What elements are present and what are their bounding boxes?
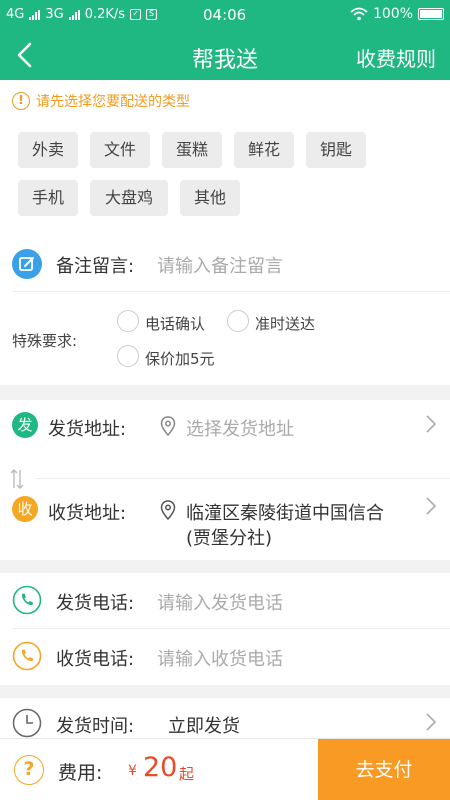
signal-icon xyxy=(68,9,80,20)
divider xyxy=(36,478,450,479)
fee-rules-link[interactable]: 收费规则 xyxy=(356,43,436,72)
location-pin-icon xyxy=(160,500,176,520)
location-pin-icon xyxy=(160,416,176,436)
type-tag-flowers[interactable]: 鲜花 xyxy=(234,132,294,168)
chevron-right-icon[interactable] xyxy=(424,414,438,434)
divider xyxy=(12,291,450,292)
receive-badge: 收 xyxy=(12,496,38,522)
receive-address-line2[interactable]: (贾堡分社) xyxy=(186,524,272,550)
network-type-2: 3G xyxy=(45,7,64,22)
fee-label: 费用: xyxy=(58,762,103,784)
radio-on-time[interactable] xyxy=(227,310,249,332)
exclamation-icon: ! xyxy=(12,92,30,110)
radio-phone-confirm[interactable] xyxy=(117,310,139,332)
receive-phone-label: 收货电话: xyxy=(56,649,135,670)
phone-section: 发货电话: 请输入发货电话 收货电话: 请输入收货电话 xyxy=(0,573,450,685)
network-speed: 0.2K/s xyxy=(84,7,126,22)
remark-input[interactable]: 请输入备注留言 xyxy=(157,252,283,278)
status-bar: 4G 3G 0.2K/s ✓ S 04:06 100% xyxy=(0,0,450,30)
receive-phone-input[interactable]: 请输入收货电话 xyxy=(157,645,283,671)
sim-badge: S xyxy=(146,9,158,20)
clock-icon xyxy=(12,708,42,738)
send-badge: 发 xyxy=(12,412,38,438)
currency-symbol: ¥ xyxy=(128,763,137,779)
phone-green-icon xyxy=(12,585,42,615)
time-label: 发货时间: xyxy=(56,716,135,737)
receive-address-label: 收货地址: xyxy=(48,503,127,524)
pay-button[interactable]: 去支付 xyxy=(318,739,450,800)
send-address-label: 发货地址: xyxy=(48,419,127,440)
send-address-input[interactable]: 选择发货地址 xyxy=(186,415,294,441)
remark-section: 备注留言: 请输入备注留言 特殊要求: 电话确认 准时送达 保价加5元 xyxy=(0,235,450,385)
radio-insurance[interactable] xyxy=(117,345,139,367)
type-tag-document[interactable]: 文件 xyxy=(90,132,150,168)
send-phone-input[interactable]: 请输入发货电话 xyxy=(157,589,283,615)
send-phone-label: 发货电话: xyxy=(56,593,135,614)
remark-label: 备注留言: xyxy=(56,256,135,277)
wifi-icon xyxy=(350,7,368,21)
notification-check-icon: ✓ xyxy=(130,9,142,20)
network-type-1: 4G xyxy=(6,7,25,22)
delivery-type-section: ! 请先选择您要配送的类型 外卖 文件 蛋糕 鲜花 钥匙 手机 大盘鸡 其他 xyxy=(0,80,450,235)
fee-amount: 20 xyxy=(143,752,178,783)
divider xyxy=(12,628,450,629)
signal-icon xyxy=(29,9,41,20)
battery-percent: 100% xyxy=(372,6,413,22)
option-phone-confirm[interactable]: 电话确认 xyxy=(145,313,205,334)
type-tag-keys[interactable]: 钥匙 xyxy=(306,132,366,168)
type-tag-takeout[interactable]: 外卖 xyxy=(18,132,78,168)
type-tip-text: 请先选择您要配送的类型 xyxy=(36,94,190,110)
clock: 04:06 xyxy=(203,6,247,24)
type-tag-chicken[interactable]: 大盘鸡 xyxy=(90,180,168,216)
help-icon[interactable]: ? xyxy=(14,755,44,785)
battery-icon xyxy=(418,8,444,20)
chevron-right-icon[interactable] xyxy=(424,712,438,732)
option-on-time[interactable]: 准时送达 xyxy=(255,313,315,334)
address-section: 发 发货地址: 选择发货地址 收 收货地址: 临潼区秦陵街道中国信合 (贾堡分社… xyxy=(0,400,450,560)
fee-suffix: 起 xyxy=(179,765,195,783)
special-label: 特殊要求: xyxy=(12,332,78,350)
type-tag-other[interactable]: 其他 xyxy=(180,180,240,216)
time-value[interactable]: 立即发货 xyxy=(168,712,240,738)
swap-icon[interactable] xyxy=(10,468,24,490)
type-tag-phone[interactable]: 手机 xyxy=(18,180,78,216)
edit-icon xyxy=(12,249,42,279)
type-tip: ! 请先选择您要配送的类型 xyxy=(12,91,190,111)
phone-orange-icon xyxy=(12,641,42,671)
chevron-right-icon[interactable] xyxy=(424,496,438,516)
bottom-bar: ? 费用: ¥ 20 起 去支付 xyxy=(0,738,450,800)
receive-address-line1[interactable]: 临潼区秦陵街道中国信合 xyxy=(186,499,384,525)
nav-bar: 帮我送 收费规则 xyxy=(0,30,450,80)
option-insurance[interactable]: 保价加5元 xyxy=(145,348,215,369)
type-tag-cake[interactable]: 蛋糕 xyxy=(162,132,222,168)
